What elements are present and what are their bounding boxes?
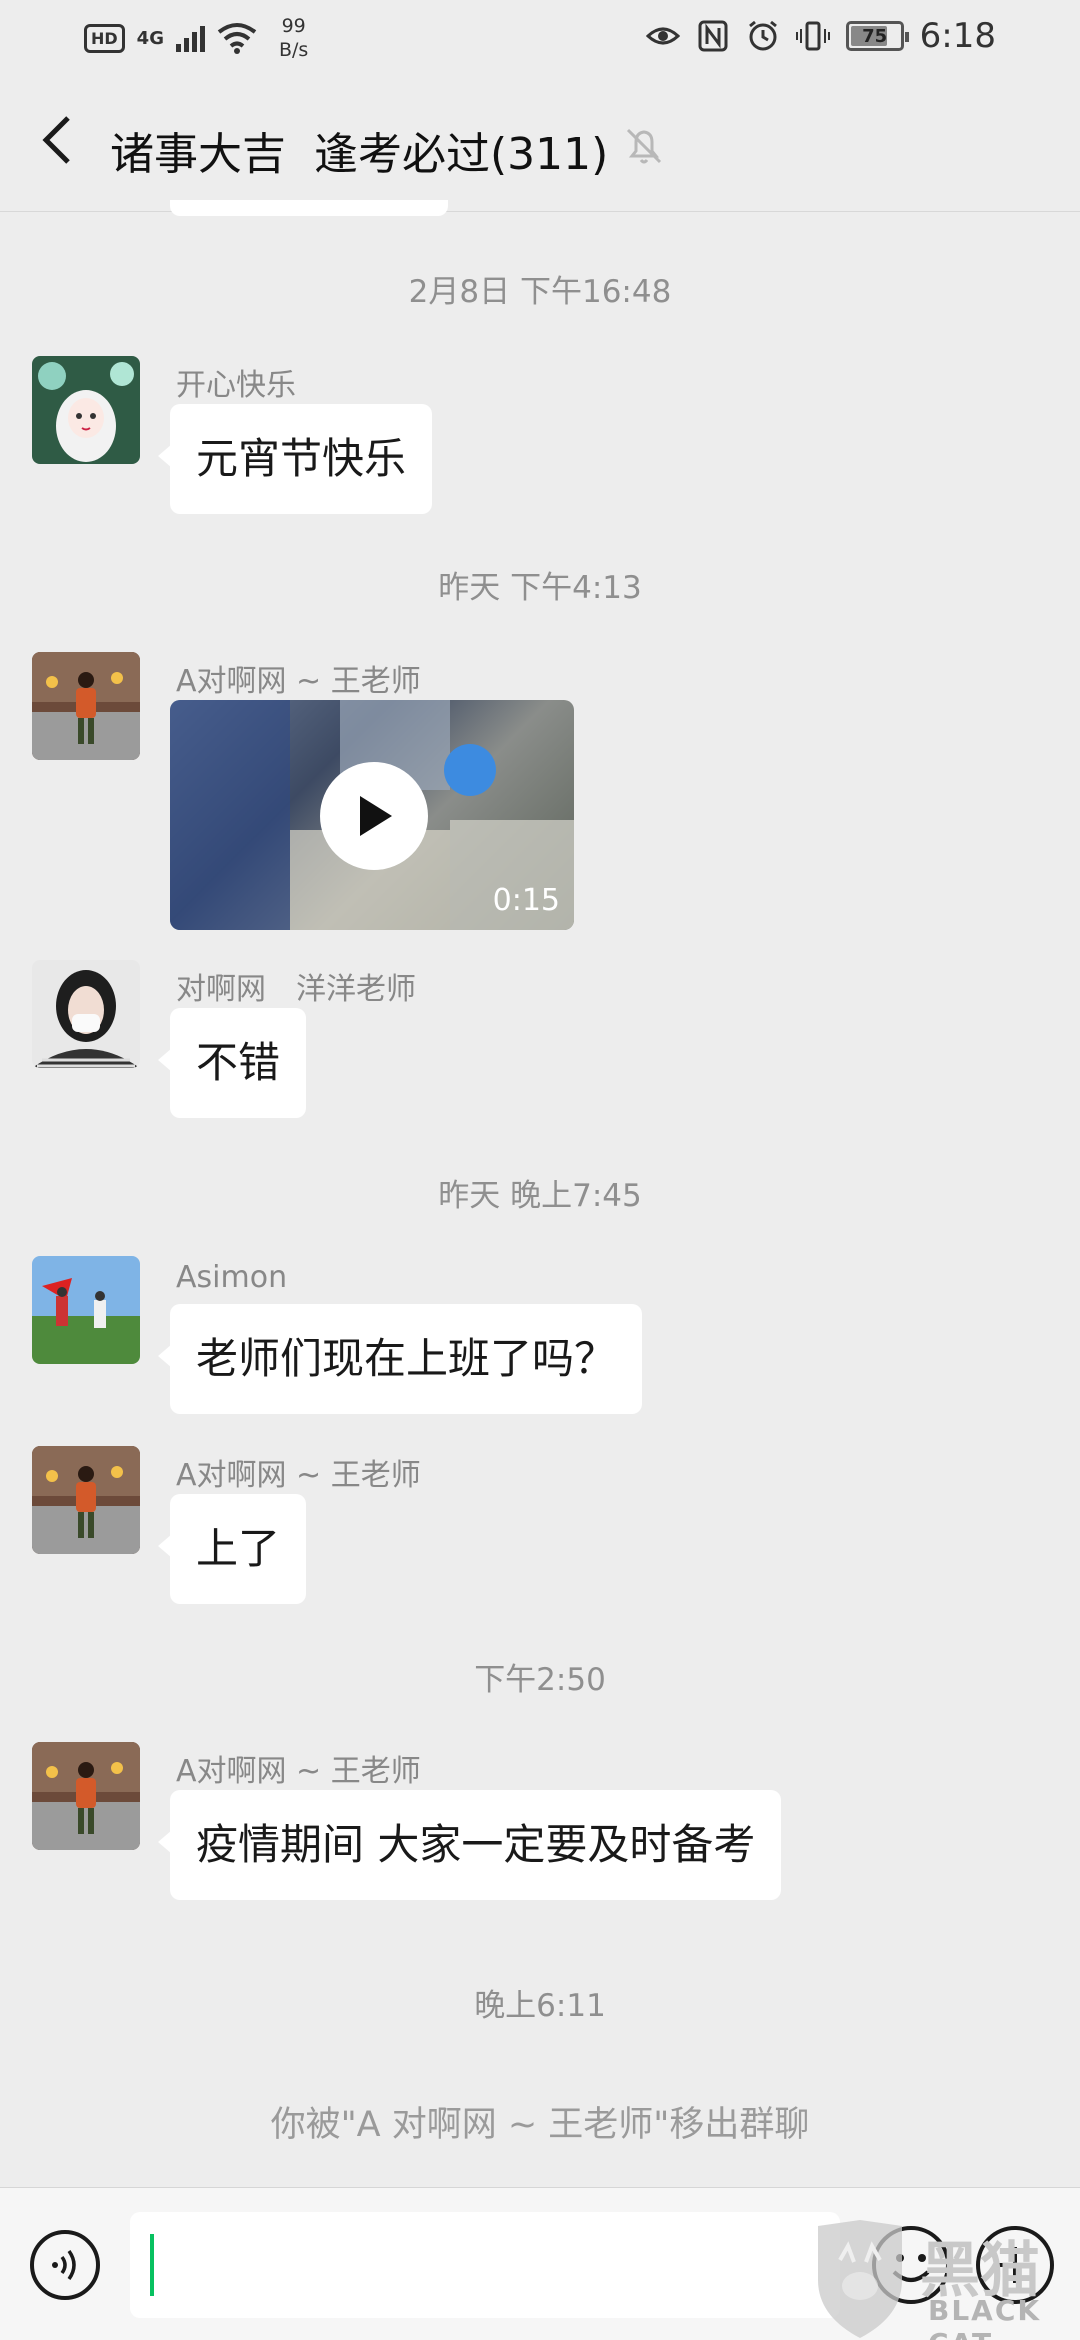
signal-icon bbox=[175, 24, 205, 52]
chevron-left-icon bbox=[42, 116, 70, 164]
timestamp: 昨天 下午4:13 bbox=[438, 570, 642, 606]
nfc-icon bbox=[698, 20, 728, 52]
sender-name: 开心快乐 bbox=[176, 368, 296, 403]
battery-icon: 75 bbox=[845, 21, 909, 51]
status-right: 75 6:18 bbox=[645, 16, 996, 56]
emoji-icon bbox=[892, 2254, 930, 2282]
avatar[interactable] bbox=[32, 652, 140, 760]
message-bubble[interactable]: 疫情期间 大家一定要及时备考 bbox=[157, 1790, 782, 1900]
bell-off-icon bbox=[626, 128, 662, 164]
play-button[interactable] bbox=[320, 762, 428, 870]
avatar[interactable] bbox=[32, 1446, 140, 1554]
battery-level: 75 bbox=[862, 25, 888, 47]
avatar[interactable] bbox=[32, 1742, 140, 1850]
speed-value: 99 bbox=[281, 15, 306, 37]
vibrate-icon bbox=[795, 21, 830, 51]
timestamp: 2月8日 下午16:48 bbox=[408, 274, 672, 310]
network-speed: 99 B/s bbox=[279, 14, 308, 62]
message-input[interactable] bbox=[130, 2212, 840, 2318]
speed-unit: B/s bbox=[278, 39, 309, 61]
message-bubble[interactable]: 元宵节快乐 bbox=[157, 404, 433, 514]
plus-icon bbox=[997, 2247, 1033, 2283]
timestamp: 晚上6:11 bbox=[474, 1988, 606, 2024]
chat-title[interactable]: 诸事大吉 逢考必过(311) bbox=[110, 118, 608, 182]
system-notice: 你被"A 对啊网 ~ 王老师"移出群聊 bbox=[270, 2105, 810, 2145]
eye-icon bbox=[645, 27, 680, 45]
avatar[interactable] bbox=[32, 356, 140, 464]
sender-name: A对啊网 ~ 王老师 bbox=[176, 664, 421, 699]
input-bar bbox=[0, 2187, 1080, 2340]
status-left: HD 4G 99 B/s bbox=[84, 14, 308, 62]
sender-name: A对啊网 ~ 王老师 bbox=[176, 1754, 421, 1789]
status-time: 6:18 bbox=[919, 16, 996, 56]
network-type: 4G bbox=[136, 27, 164, 49]
emoji-button[interactable] bbox=[872, 2226, 950, 2304]
message-bubble[interactable]: 不错 bbox=[157, 1008, 307, 1118]
video-duration: 0:15 bbox=[492, 883, 560, 918]
avatar[interactable] bbox=[32, 960, 140, 1068]
chat-header: 诸事大吉 逢考必过(311) bbox=[0, 80, 1080, 212]
sender-name: A对啊网 ~ 王老师 bbox=[176, 1458, 421, 1493]
voice-icon bbox=[52, 2249, 76, 2281]
message-bubble[interactable]: 上了 bbox=[157, 1494, 307, 1604]
sender-name: 对啊网 洋洋老师 bbox=[176, 972, 416, 1007]
play-icon bbox=[360, 796, 392, 836]
video-message[interactable]: 0:15 bbox=[170, 700, 574, 930]
alarm-icon bbox=[748, 20, 777, 51]
sender-name: Asimon bbox=[176, 1260, 288, 1295]
status-bar: HD 4G 99 B/s 75 6:18 bbox=[0, 0, 1080, 80]
voice-button[interactable] bbox=[30, 2230, 100, 2300]
chat-area[interactable]: 2月8日 下午16:48 开心快乐 元宵节快乐 昨天 下午4:13 A对啊网 ~… bbox=[0, 212, 1080, 2187]
message-bubble[interactable]: 老师们现在上班了吗？ bbox=[157, 1304, 643, 1414]
avatar[interactable] bbox=[32, 1256, 140, 1364]
hd-badge: HD bbox=[84, 23, 125, 53]
more-button[interactable] bbox=[976, 2226, 1054, 2304]
back-button[interactable] bbox=[28, 110, 88, 170]
wifi-icon bbox=[217, 23, 257, 54]
timestamp: 昨天 晚上7:45 bbox=[438, 1178, 642, 1214]
timestamp: 下午2:50 bbox=[474, 1662, 606, 1698]
text-caret bbox=[150, 2234, 154, 2296]
